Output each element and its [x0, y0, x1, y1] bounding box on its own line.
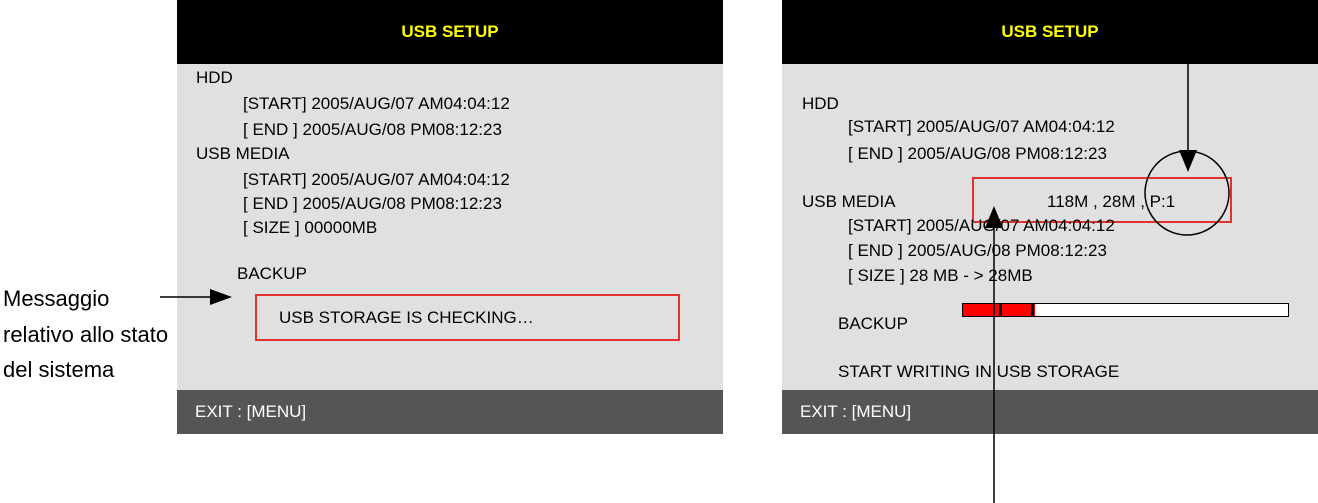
bottom-pointer-head: [985, 206, 1003, 228]
top-pointer-head: [1179, 150, 1197, 172]
status-arrow-head: [210, 289, 232, 305]
annotation-overlay: [160, 0, 1230, 503]
